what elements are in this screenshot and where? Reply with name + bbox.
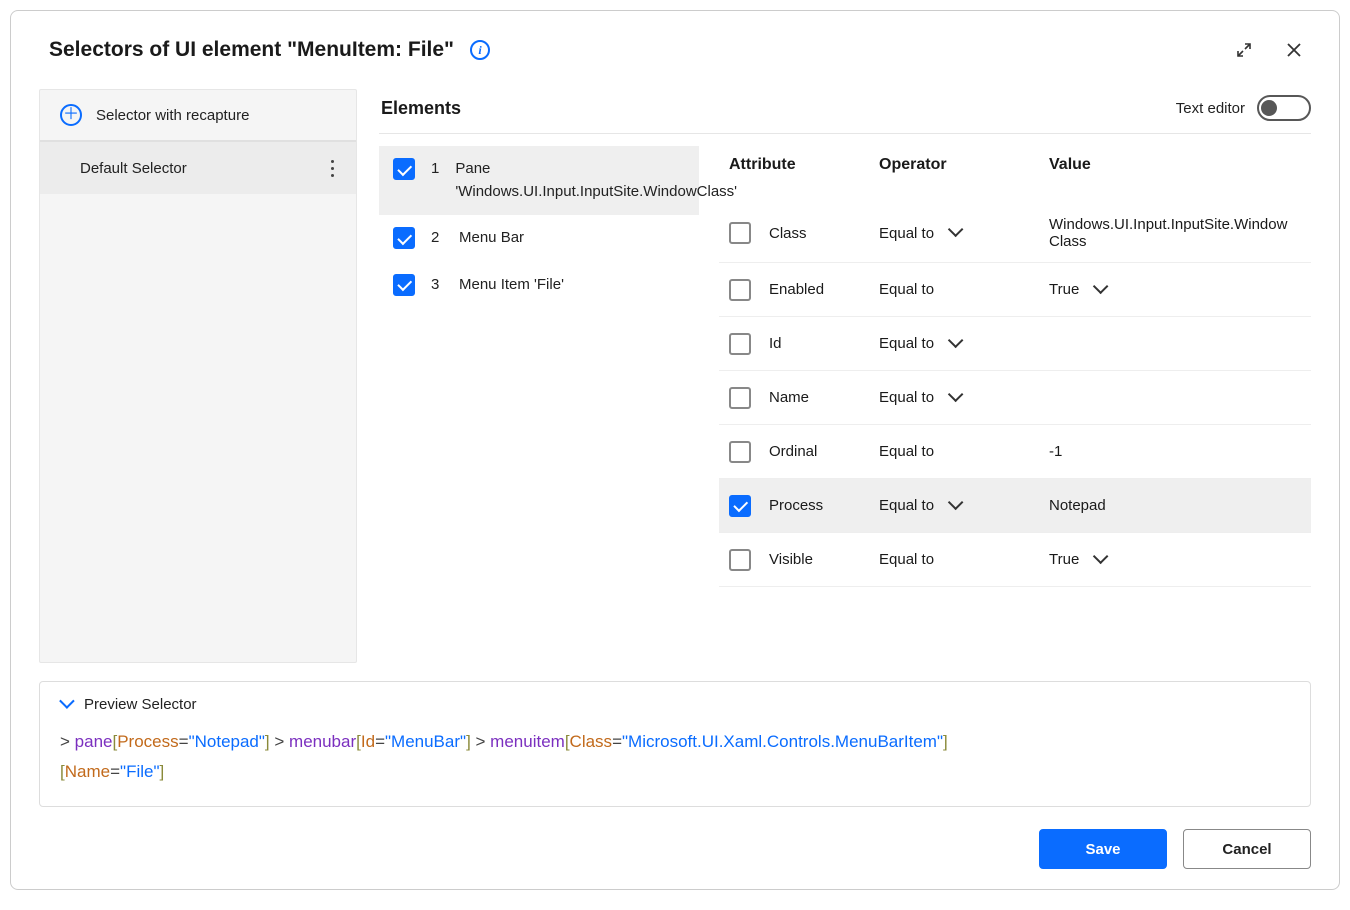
element-label: Menu Item 'File' xyxy=(459,274,685,297)
close-icon[interactable] xyxy=(1277,33,1311,67)
operator-cell[interactable]: Equal to xyxy=(879,225,1049,242)
more-options-button[interactable] xyxy=(318,154,346,182)
attribute-row[interactable]: ClassEqual toWindows.UI.Input.InputSite.… xyxy=(719,204,1311,263)
attribute-name: Class xyxy=(769,225,879,242)
chevron-down-icon[interactable] xyxy=(948,337,962,351)
value-cell[interactable]: True xyxy=(1049,551,1301,568)
elements-list: 1Pane 'Windows.UI.Input.InputSite.Window… xyxy=(379,134,699,663)
attribute-name: Process xyxy=(769,497,879,514)
attribute-row[interactable]: OrdinalEqual to-1 xyxy=(719,425,1311,479)
operator-cell[interactable]: Equal to xyxy=(879,281,1049,298)
operator-cell[interactable]: Equal to xyxy=(879,497,1049,514)
save-button[interactable]: Save xyxy=(1039,829,1167,869)
attribute-name: Name xyxy=(769,389,879,406)
chevron-down-icon xyxy=(60,697,74,711)
value-cell[interactable]: Windows.UI.Input.InputSite.WindowClass xyxy=(1049,216,1301,250)
attribute-checkbox[interactable] xyxy=(729,387,751,409)
operator-cell[interactable]: Equal to xyxy=(879,389,1049,406)
value-cell[interactable]: Notepad xyxy=(1049,497,1301,514)
chevron-down-icon[interactable] xyxy=(1093,283,1107,297)
attribute-name: Enabled xyxy=(769,281,879,298)
text-editor-label: Text editor xyxy=(1176,100,1245,117)
expand-icon[interactable] xyxy=(1227,33,1261,67)
plus-circle-icon: ＋ xyxy=(60,104,82,126)
attribute-row[interactable]: NameEqual to xyxy=(719,371,1311,425)
element-checkbox[interactable] xyxy=(393,158,415,180)
element-row[interactable]: 1Pane 'Windows.UI.Input.InputSite.Window… xyxy=(379,146,699,215)
operator-cell[interactable]: Equal to xyxy=(879,443,1049,460)
preview-selector-panel: Preview Selector > pane[Process="Notepad… xyxy=(39,681,1311,807)
operator-cell[interactable]: Equal to xyxy=(879,335,1049,352)
dialog-footer: Save Cancel xyxy=(39,807,1311,869)
selector-sidebar: ＋ Selector with recapture Default Select… xyxy=(39,89,357,663)
attribute-row[interactable]: EnabledEqual toTrue xyxy=(719,263,1311,317)
chevron-down-icon[interactable] xyxy=(948,226,962,240)
attribute-checkbox[interactable] xyxy=(729,279,751,301)
col-value: Value xyxy=(1049,156,1301,174)
attribute-row[interactable]: VisibleEqual toTrue xyxy=(719,533,1311,587)
selector-preview-text: > pane[Process="Notepad"] > menubar[Id="… xyxy=(60,727,1290,788)
sidebar-item-label: Default Selector xyxy=(80,160,187,177)
preview-toggle[interactable]: Preview Selector xyxy=(60,696,1290,713)
value-cell[interactable]: True xyxy=(1049,281,1301,298)
add-selector-label: Selector with recapture xyxy=(96,107,249,124)
elements-heading: Elements xyxy=(381,98,461,119)
element-label: Pane 'Windows.UI.Input.InputSite.WindowC… xyxy=(455,158,737,203)
main-header: Elements Text editor xyxy=(379,89,1311,134)
col-operator: Operator xyxy=(879,156,1049,174)
attribute-row[interactable]: ProcessEqual toNotepad xyxy=(719,479,1311,533)
info-icon[interactable]: i xyxy=(470,40,490,60)
preview-heading: Preview Selector xyxy=(84,696,197,713)
attribute-checkbox[interactable] xyxy=(729,549,751,571)
col-attribute: Attribute xyxy=(729,156,879,174)
chevron-down-icon[interactable] xyxy=(948,391,962,405)
operator-cell[interactable]: Equal to xyxy=(879,551,1049,568)
selector-builder-dialog: Selectors of UI element "MenuItem: File"… xyxy=(10,10,1340,890)
attribute-checkbox[interactable] xyxy=(729,495,751,517)
element-row[interactable]: 3 Menu Item 'File' xyxy=(379,262,699,309)
more-vertical-icon xyxy=(331,158,334,179)
chevron-down-icon[interactable] xyxy=(948,499,962,513)
dialog-title: Selectors of UI element "MenuItem: File" xyxy=(49,38,454,62)
attribute-checkbox[interactable] xyxy=(729,333,751,355)
attribute-name: Id xyxy=(769,335,879,352)
element-index: 2 xyxy=(431,227,443,246)
add-selector-button[interactable]: ＋ Selector with recapture xyxy=(40,90,356,142)
sidebar-item-default-selector[interactable]: Default Selector xyxy=(40,142,356,194)
attribute-checkbox[interactable] xyxy=(729,441,751,463)
attributes-panel: Attribute Operator Value ClassEqual toWi… xyxy=(699,134,1311,663)
attribute-name: Visible xyxy=(769,551,879,568)
attribute-name: Ordinal xyxy=(769,443,879,460)
chevron-down-icon[interactable] xyxy=(1093,553,1107,567)
element-checkbox[interactable] xyxy=(393,227,415,249)
value-cell[interactable]: -1 xyxy=(1049,443,1301,460)
main-panel: Elements Text editor 1Pane 'Windows.UI.I… xyxy=(379,89,1311,663)
dialog-header: Selectors of UI element "MenuItem: File"… xyxy=(39,27,1311,77)
cancel-button[interactable]: Cancel xyxy=(1183,829,1311,869)
element-label: Menu Bar xyxy=(459,227,685,250)
element-index: 1 xyxy=(431,158,439,177)
element-row[interactable]: 2 Menu Bar xyxy=(379,215,699,262)
attribute-checkbox[interactable] xyxy=(729,222,751,244)
element-index: 3 xyxy=(431,274,443,293)
text-editor-toggle[interactable] xyxy=(1257,95,1311,121)
attributes-header-row: Attribute Operator Value xyxy=(719,148,1311,204)
element-checkbox[interactable] xyxy=(393,274,415,296)
attribute-row[interactable]: IdEqual to xyxy=(719,317,1311,371)
